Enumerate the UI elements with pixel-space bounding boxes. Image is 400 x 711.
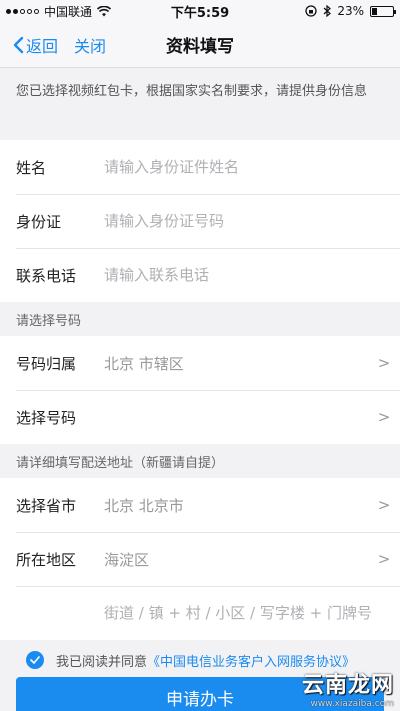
phone-input[interactable]: [104, 266, 400, 284]
battery-fill: [372, 7, 377, 15]
identity-notice: 您已选择视频红包卡，根据国家实名制要求，请提供身份信息: [0, 68, 400, 140]
district-value: 海淀区: [104, 550, 150, 569]
name-input[interactable]: [104, 158, 400, 176]
apply-card-button[interactable]: 申请办卡: [16, 677, 384, 711]
address-form: 选择省市 北京 北京市 > 所在地区 海淀区 >: [0, 478, 400, 640]
id-number-input[interactable]: [104, 212, 400, 230]
orientation-lock-icon: [305, 5, 317, 17]
identity-form: 姓名 身份证 联系电话: [0, 140, 400, 302]
status-right: 23%: [305, 4, 396, 18]
chevron-right-icon: >: [377, 496, 391, 514]
number-location-row[interactable]: 号码归属 北京 市辖区 >: [0, 336, 400, 390]
province-row[interactable]: 选择省市 北京 北京市 >: [0, 478, 400, 532]
back-button[interactable]: 返回: [12, 33, 58, 57]
id-row: 身份证: [0, 194, 400, 248]
agreement-row: 我已阅读并同意 《中国电信业务客户入网服务协议》: [0, 643, 400, 677]
province-label: 选择省市: [16, 496, 77, 515]
nav-bar: 返回 关闭 资料填写: [0, 22, 400, 68]
page-title: 资料填写: [166, 37, 234, 57]
bluetooth-icon: [323, 5, 332, 17]
number-form: 号码归属 北京 市辖区 > 选择号码 >: [0, 336, 400, 444]
province-value: 北京 北京市: [104, 496, 184, 515]
status-bar: 中国联通 下午5:59 23%: [0, 0, 400, 22]
select-number-row[interactable]: 选择号码 >: [0, 390, 400, 444]
back-label: 返回: [26, 36, 59, 56]
phone-row: 联系电话: [0, 248, 400, 302]
agreement-link[interactable]: 《中国电信业务客户入网服务协议》: [147, 651, 355, 670]
battery-percent: 23%: [337, 4, 364, 18]
signal-strength-icon: [6, 8, 39, 14]
wifi-icon: [97, 5, 112, 16]
chevron-right-icon: >: [377, 354, 391, 372]
battery-icon: [370, 5, 396, 17]
id-label: 身份证: [16, 212, 62, 231]
district-row[interactable]: 所在地区 海淀区 >: [0, 532, 400, 586]
street-address-input[interactable]: [16, 604, 400, 622]
phone-label: 联系电话: [16, 266, 77, 285]
name-row: 姓名: [0, 140, 400, 194]
agreement-prefix: 我已阅读并同意: [56, 654, 148, 670]
district-label: 所在地区: [16, 550, 77, 569]
carrier-name: 中国联通: [44, 4, 93, 19]
chevron-left-icon: [13, 36, 24, 53]
street-row: [0, 586, 400, 640]
number-location-value: 北京 市辖区: [104, 354, 184, 373]
close-button[interactable]: 关闭: [74, 33, 106, 57]
name-label: 姓名: [16, 158, 47, 177]
number-location-label: 号码归属: [16, 354, 77, 373]
agreement-checkbox[interactable]: [26, 651, 44, 669]
select-number-label: 选择号码: [16, 408, 77, 427]
checkmark-icon: [30, 656, 40, 664]
chevron-right-icon: >: [377, 408, 391, 426]
address-section-header: 请详细填写配送地址（新疆请自提）: [0, 444, 400, 478]
status-left: 中国联通: [6, 3, 112, 20]
chevron-right-icon: >: [377, 550, 391, 568]
number-section-header: 请选择号码: [0, 302, 400, 336]
